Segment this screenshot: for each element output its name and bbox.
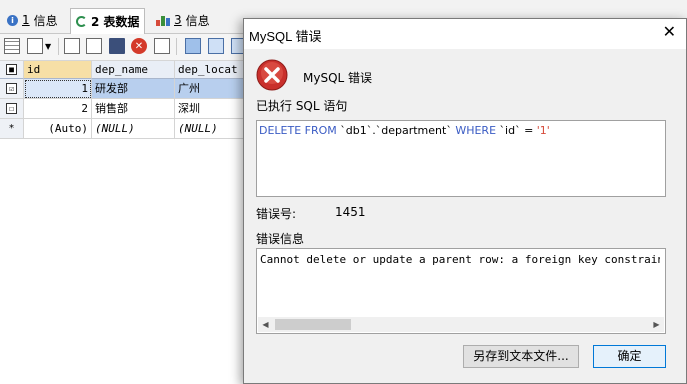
sql-text: `id` = (496, 124, 537, 137)
sql-string: '1' (536, 124, 550, 137)
column-header-id[interactable]: id (24, 61, 92, 79)
error-message-text: Cannot delete or update a parent row: a … (260, 253, 660, 266)
tab-info-number: 1 (22, 13, 30, 27)
table-row-new[interactable]: * (Auto) (NULL) (NULL) (0, 119, 245, 139)
scrollbar-thumb[interactable] (275, 319, 351, 330)
column-header-dep-location[interactable]: dep_locat (175, 61, 245, 79)
tab-info-2[interactable]: 3 信息 (151, 9, 215, 31)
tab-info-2-label: 信息 (185, 13, 210, 28)
dialog-title: MySQL 错误 (249, 29, 322, 44)
row-checkbox[interactable]: ☑ (0, 79, 24, 99)
grid-mode-icon[interactable] (185, 38, 201, 54)
cell-dep-name[interactable]: 研发部 (92, 79, 175, 99)
toolbar-separator (176, 38, 177, 55)
error-message-box[interactable]: Cannot delete or update a parent row: a … (256, 248, 666, 334)
new-row-marker: * (0, 119, 24, 139)
column-header-dep-name[interactable]: dep_name (92, 61, 175, 79)
cell-id[interactable]: 2 (24, 99, 92, 119)
tab-table-data[interactable]: 2 表数据 (70, 8, 146, 34)
cell-dep-location[interactable]: (NULL) (175, 119, 245, 139)
select-all-checkbox[interactable]: ■ (0, 61, 24, 79)
tab-info-2-number: 3 (174, 13, 182, 27)
row-checkbox[interactable]: ☐ (0, 99, 24, 119)
tab-table-data-number: 2 (91, 14, 100, 29)
bar-chart-icon (156, 15, 170, 26)
refresh-icon (76, 16, 87, 27)
duplicate-row-icon[interactable] (86, 38, 102, 54)
save-icon[interactable] (109, 38, 125, 54)
dropdown-arrow-icon[interactable]: ▼ (45, 42, 51, 51)
cell-dep-location[interactable]: 广州 (175, 79, 245, 99)
sql-statement-box[interactable]: DELETE FROM `db1`.`department` WHERE `id… (256, 120, 666, 197)
tab-table-data-label: 表数据 (103, 15, 140, 29)
table-row[interactable]: ☐ 2 销售部 深圳 (0, 99, 245, 119)
horizontal-scrollbar[interactable]: ◀ ▶ (258, 317, 664, 332)
cell-dep-name[interactable]: (NULL) (92, 119, 175, 139)
cell-id[interactable]: 1 (24, 79, 92, 99)
cell-id[interactable]: (Auto) (24, 119, 92, 139)
form-mode-icon[interactable] (208, 38, 224, 54)
toolbar-separator (58, 38, 59, 55)
save-to-text-file-button[interactable]: 另存到文本文件... (463, 345, 579, 368)
grid-view-icon[interactable] (4, 38, 20, 54)
refresh-data-icon[interactable] (154, 38, 170, 54)
error-info-label: 错误信息 (256, 232, 305, 246)
error-number-value: 1451 (335, 205, 366, 219)
dialog-heading: MySQL 错误 (303, 71, 373, 85)
cell-dep-name[interactable]: 销售部 (92, 99, 175, 119)
sql-keyword: WHERE (455, 124, 497, 137)
sql-keyword: DELETE FROM (259, 124, 337, 137)
error-icon (256, 59, 288, 91)
executed-sql-label: 已执行 SQL 语句 (256, 99, 348, 113)
table-row[interactable]: ☑ 1 研发部 广州 (0, 79, 245, 99)
close-icon[interactable]: ✕ (663, 24, 676, 42)
scroll-right-icon[interactable]: ▶ (649, 317, 664, 332)
scroll-left-icon[interactable]: ◀ (258, 317, 273, 332)
mysql-error-dialog: MySQL 错误 ✕ MySQL 错误 已执行 SQL 语句 DELETE FR… (243, 18, 687, 384)
delete-icon[interactable]: ✕ (131, 38, 147, 54)
export-icon[interactable] (27, 38, 43, 54)
insert-row-icon[interactable] (64, 38, 80, 54)
tab-info[interactable]: i 1 信息 (2, 9, 63, 31)
cell-dep-location[interactable]: 深圳 (175, 99, 245, 119)
tab-info-label: 信息 (33, 13, 58, 28)
ok-button[interactable]: 确定 (593, 345, 666, 368)
error-number-label: 错误号: (256, 207, 297, 221)
dialog-titlebar[interactable]: MySQL 错误 ✕ (244, 19, 686, 49)
grid-header: ■ id dep_name dep_locat (0, 61, 245, 79)
sql-text: `db1`.`department` (336, 124, 456, 137)
info-icon: i (7, 14, 18, 26)
